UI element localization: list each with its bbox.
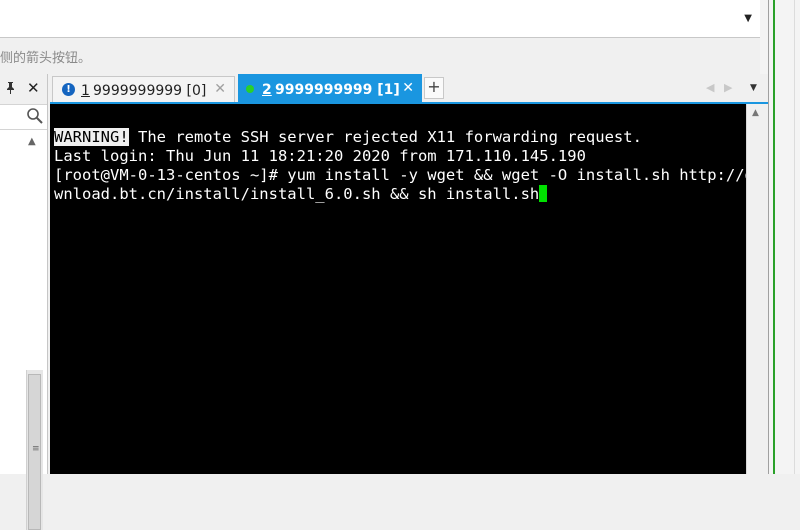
hint-row: 侧的箭头按钮。	[0, 38, 760, 72]
scroll-tabs-left-icon[interactable]: ◀	[706, 81, 714, 94]
close-pane-icon[interactable]: ✕	[27, 79, 40, 97]
tab-session-2[interactable]: 2 9999999999 [1] ✕	[238, 74, 422, 104]
connected-dot-icon	[246, 85, 254, 93]
command-continuation: wnload.bt.cn/install/install_6.0.sh && s…	[54, 185, 540, 203]
divider	[794, 0, 795, 474]
terminal-line: wnload.bt.cn/install/install_6.0.sh && s…	[54, 185, 746, 204]
terminal-line: Last login: Thu Jun 11 18:21:20 2020 fro…	[54, 147, 586, 165]
new-tab-button[interactable]: +	[424, 77, 444, 99]
terminal-line: WARNING! The remote SSH server rejected …	[54, 128, 746, 147]
close-tab-icon[interactable]: ✕	[402, 80, 414, 96]
session-search-input[interactable]	[0, 104, 47, 130]
tab-title: 9999999999 [0]	[93, 83, 207, 99]
terminal-text: WARNING! The remote SSH server rejected …	[54, 128, 746, 204]
tab-number: 2	[262, 82, 272, 98]
session-tab-strip: ! 1 9999999999 [0] ✕ 2 9999999999 [1] ✕ …	[50, 74, 768, 104]
hint-text: 侧的箭头按钮。	[0, 51, 92, 66]
tab-number: 1	[81, 83, 90, 99]
terminal-output[interactable]: WARNING! The remote SSH server rejected …	[50, 104, 746, 474]
session-pane-header: ✕	[0, 78, 48, 100]
expand-arrow-icon[interactable]: ▲	[28, 136, 36, 147]
status-line	[773, 0, 775, 474]
session-tree-scrollbar[interactable]: ≡	[26, 370, 43, 530]
session-tree[interactable]: ▲ ≡	[0, 130, 47, 530]
divider	[768, 0, 769, 474]
address-bar[interactable]: ▼	[0, 0, 760, 38]
tab-session-1[interactable]: ! 1 9999999999 [0] ✕	[52, 76, 235, 102]
scroll-tabs-right-icon[interactable]: ▶	[724, 81, 732, 94]
close-tab-icon[interactable]: ✕	[214, 81, 226, 97]
terminal-scrollbar[interactable]: ▲	[746, 104, 768, 474]
search-icon[interactable]	[26, 107, 44, 125]
grip-icon: ≡	[32, 444, 40, 454]
address-dropdown-icon[interactable]: ▼	[744, 13, 752, 24]
scroll-up-icon[interactable]: ▲	[752, 108, 759, 118]
terminal-cursor	[539, 185, 548, 202]
warning-message: The remote SSH server rejected X11 forwa…	[128, 128, 642, 146]
tab-list-dropdown-icon[interactable]: ▼	[750, 83, 757, 93]
tab-title: 9999999999 [1]	[275, 82, 400, 98]
terminal-line: [root@VM-0-13-centos ~]# yum install -y …	[54, 166, 746, 184]
pin-icon[interactable]	[5, 81, 16, 97]
scrollbar-thumb[interactable]: ≡	[28, 374, 41, 530]
warning-label: WARNING!	[54, 128, 129, 146]
session-pane: ✕ ▲ ≡	[0, 74, 48, 530]
alert-icon: !	[62, 83, 75, 96]
